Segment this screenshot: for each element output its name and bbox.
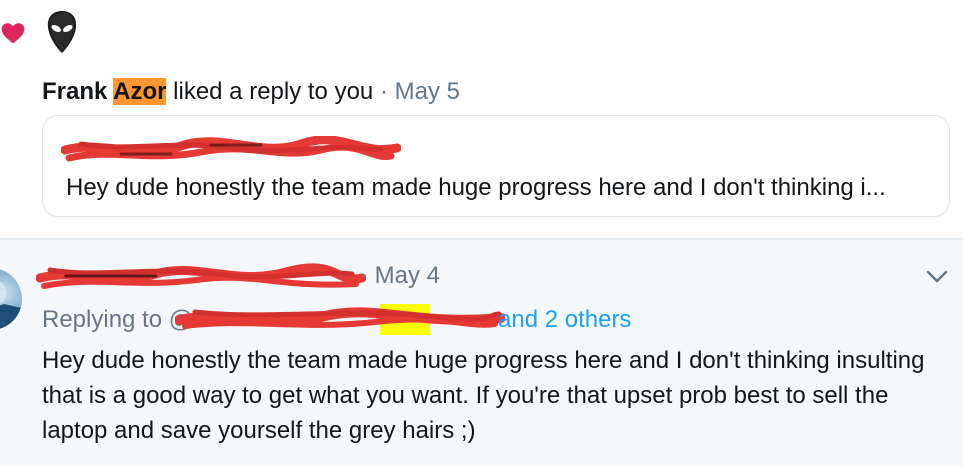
reply-header: · May 4 (36, 260, 902, 292)
like-notification[interactable]: Frank Azor liked a reply to you · May 5 … (0, 0, 963, 238)
replying-others[interactable]: and 2 others (498, 304, 631, 336)
separator: · (379, 78, 388, 105)
highlighted-name: Azor (113, 78, 167, 105)
heart-icon (1, 23, 25, 44)
reply-tweet-text: Hey dude honestly the team made huge pro… (42, 347, 925, 444)
alien-avatar-icon[interactable] (46, 9, 78, 55)
liker-name[interactable]: Frank Azor (42, 78, 167, 105)
chevron-down-icon[interactable] (924, 266, 950, 288)
like-notification-text: Frank Azor liked a reply to you · May 5 (42, 76, 460, 108)
reply-date[interactable]: May 4 (375, 262, 440, 289)
replying-prefix: Replying to @ (42, 306, 194, 333)
redacted-author-scribble (61, 136, 401, 162)
redacted-username-scribble (36, 263, 366, 289)
avatar-image (0, 281, 22, 330)
reply-tweet[interactable]: · May 4 Replying to @ and 2 others Hey d… (0, 240, 963, 466)
quoted-tweet-text: Hey dude honestly the team made huge pro… (66, 174, 886, 201)
reply-date-wrap: · May 4 (360, 260, 440, 292)
redacted-mentions-scribble[interactable] (175, 304, 505, 334)
quoted-tweet-card[interactable]: Hey dude honestly the team made huge pro… (42, 115, 950, 217)
notification-date[interactable]: May 5 (395, 78, 460, 105)
action-text: liked a reply to you (173, 78, 374, 105)
date-separator: · (360, 262, 368, 289)
user-avatar[interactable] (0, 268, 22, 330)
